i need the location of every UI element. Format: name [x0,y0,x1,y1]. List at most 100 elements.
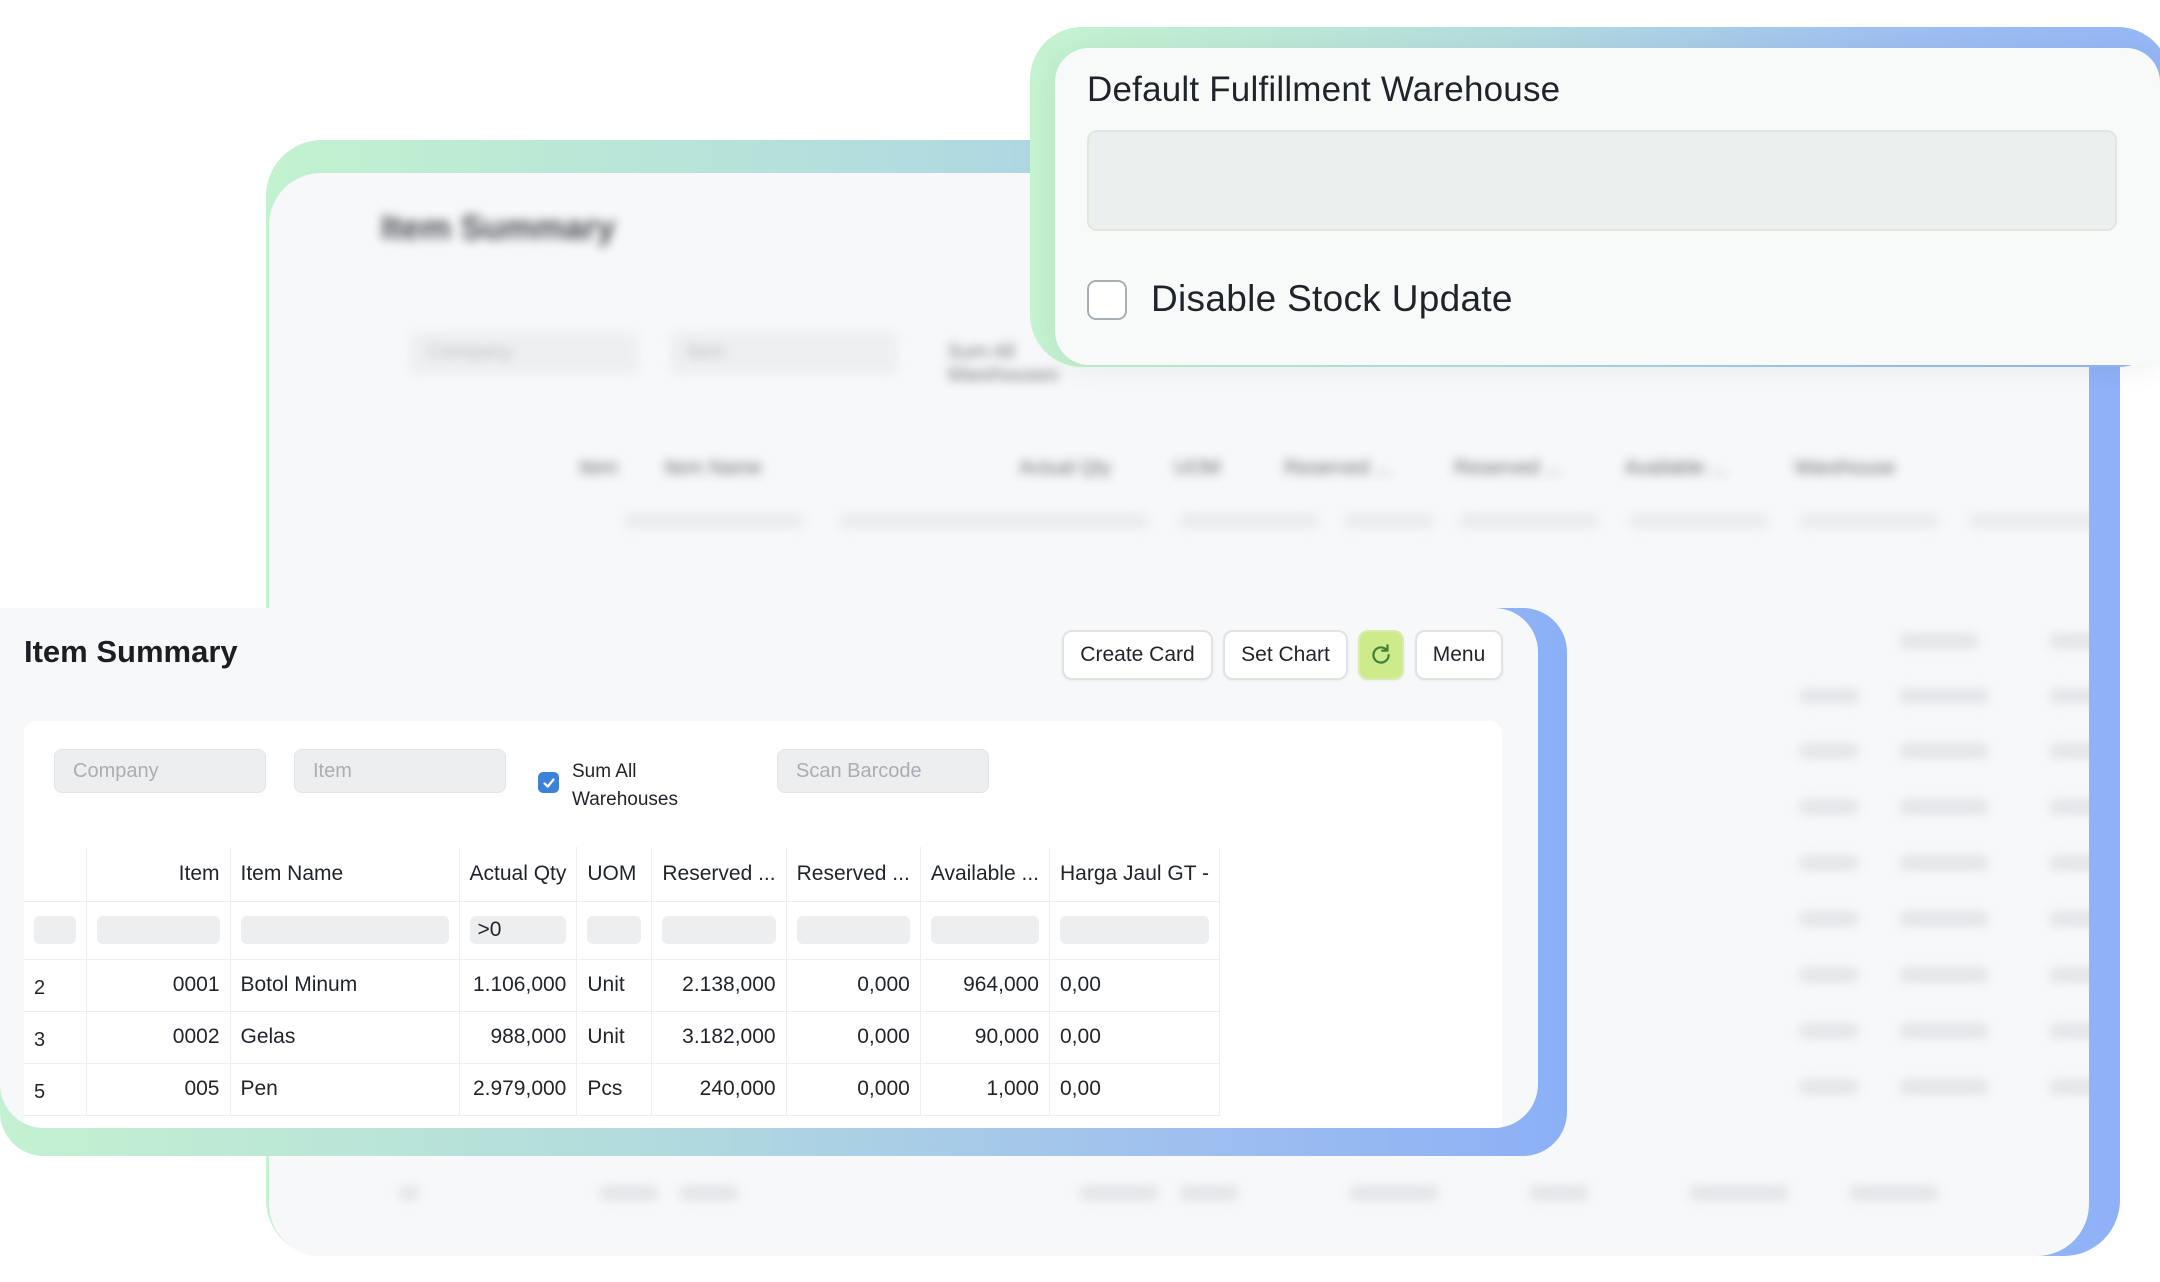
cell-actual-qty[interactable]: 1.106,000 [459,959,578,1012]
column-filter-cell[interactable] [786,901,921,960]
background-row-value [1799,1023,1859,1039]
set-chart-button[interactable]: Set Chart [1223,630,1348,680]
cell-reserved-2[interactable]: 0,000 [786,1063,921,1116]
column-filter-row: >0 [24,901,1220,960]
column-filter-cell[interactable] [230,901,460,960]
column-header-reserved-2[interactable]: Reserved ... [786,847,921,902]
table-row[interactable]: 5 005 Pen 2.979,000 Pcs 240,000 0,000 1,… [24,1063,1220,1116]
sum-all-warehouses-checkbox[interactable] [538,772,559,793]
background-row-value [1899,911,1989,927]
menu-button[interactable]: Menu [1415,630,1503,680]
table-row[interactable]: 2 0001 Botol Minum 1.106,000 Unit 2.138,… [24,959,1220,1012]
cell-actual-qty[interactable]: 988,000 [459,1011,578,1064]
background-row-value [1899,633,1979,649]
column-header-item-name[interactable]: Item Name [230,847,460,902]
cell-available[interactable]: 90,000 [920,1011,1051,1064]
refresh-button[interactable] [1358,630,1404,680]
cell-item-name[interactable]: Pen [230,1063,460,1116]
background-row-value [1899,855,1989,871]
background-row-value [1849,1185,1939,1201]
cell-uom[interactable]: Unit [576,959,653,1012]
cell-uom[interactable]: Pcs [576,1063,653,1116]
disable-stock-update-label: Disable Stock Update [1151,278,1513,319]
background-row-value [399,1185,419,1201]
background-filter-cell [1344,513,1434,529]
background-row-value [599,1185,659,1201]
background-row-value [2049,743,2089,759]
column-filter-cell[interactable] [86,901,231,960]
background-filter-cell [1459,513,1599,529]
background-row-value [1799,1079,1859,1095]
column-header-item[interactable]: Item [86,847,231,902]
background-row-value [1689,1185,1789,1201]
background-row-value [1899,799,1989,815]
background-col-item-name: Item Name [664,457,762,479]
company-filter-input[interactable]: Company [54,749,266,793]
background-col-item: Item [579,457,618,479]
cell-reserved-1[interactable]: 3.182,000 [651,1011,787,1064]
column-filter-cell[interactable] [1049,901,1220,960]
cell-harga-jual[interactable]: 0,00 [1049,959,1220,1012]
background-col-uom: UOM [1174,457,1221,479]
cell-harga-jual[interactable]: 0,00 [1049,1011,1220,1064]
column-filter-cell[interactable] [24,901,87,960]
column-filter-cell[interactable] [920,901,1051,960]
background-row-value [1799,967,1859,983]
background-col-reserved-2: Reserved ... [1454,457,1562,479]
background-row-value [2049,967,2089,983]
table-row[interactable]: 3 0002 Gelas 988,000 Unit 3.182,000 0,00… [24,1011,1220,1064]
item-filter-input[interactable]: Item [294,749,506,793]
column-filter-cell[interactable] [576,901,653,960]
disable-stock-update-checkbox[interactable] [1087,280,1127,320]
row-index: 5 [24,1063,87,1116]
background-report-title: Item Summary [381,209,616,247]
cell-item[interactable]: 0002 [86,1011,231,1064]
background-company-filter: Company [409,331,639,375]
checkmark-icon [542,777,555,788]
cell-reserved-2[interactable]: 0,000 [786,959,921,1012]
column-header-reserved-1[interactable]: Reserved ... [651,847,787,902]
cell-available[interactable]: 1,000 [920,1063,1051,1116]
background-row-value [2049,799,2089,815]
background-row-value [1799,688,1859,704]
column-header-uom[interactable]: UOM [576,847,653,902]
column-filter-actual-qty[interactable]: >0 [459,901,578,960]
column-header-harga-jual[interactable]: Harga Jaul GT - [1049,847,1220,902]
background-row-value [1899,688,1989,704]
default-fulfillment-warehouse-input[interactable] [1087,130,2117,231]
create-card-button[interactable]: Create Card [1062,630,1213,680]
cell-item-name[interactable]: Gelas [230,1011,460,1064]
settings-card: Default Fulfillment Warehouse Disable St… [1055,48,2160,365]
warehouse-label: Default Fulfillment Warehouse [1087,70,1561,109]
background-row-value [2049,855,2089,871]
report-filter-panel: Company Item Sum All Warehouses Scan Bar… [24,721,1502,1128]
background-filter-cell [1179,513,1319,529]
refresh-icon [1372,644,1390,664]
cell-item[interactable]: 005 [86,1063,231,1116]
column-filter-cell[interactable] [651,901,787,960]
background-item-filter: Item [669,331,899,375]
cell-uom[interactable]: Unit [576,1011,653,1064]
column-header-actual-qty[interactable]: Actual Qty [459,847,578,902]
scan-barcode-input[interactable]: Scan Barcode [777,749,989,793]
cell-reserved-1[interactable]: 2.138,000 [651,959,787,1012]
background-col-reserved-1: Reserved ... [1284,457,1392,479]
cell-actual-qty[interactable]: 2.979,000 [459,1063,578,1116]
cell-reserved-2[interactable]: 0,000 [786,1011,921,1064]
column-header-available[interactable]: Available ... [920,847,1051,902]
row-index: 2 [24,959,87,1012]
background-col-warehouse: Warehouse [1794,457,1896,479]
cell-harga-jual[interactable]: 0,00 [1049,1063,1220,1116]
background-row-value [1799,855,1859,871]
cell-item[interactable]: 0001 [86,959,231,1012]
cell-available[interactable]: 964,000 [920,959,1051,1012]
background-row-value [1799,911,1859,927]
background-filter-cell [624,513,804,529]
cell-reserved-1[interactable]: 240,000 [651,1063,787,1116]
cell-item-name[interactable]: Botol Minum [230,959,460,1012]
background-row-value [2049,1023,2089,1039]
report-table: Item Item Name Actual Qty UOM Reserved .… [24,847,1220,1116]
background-row-value [679,1185,739,1201]
background-row-value [1079,1185,1159,1201]
background-row-value [2049,1079,2089,1095]
